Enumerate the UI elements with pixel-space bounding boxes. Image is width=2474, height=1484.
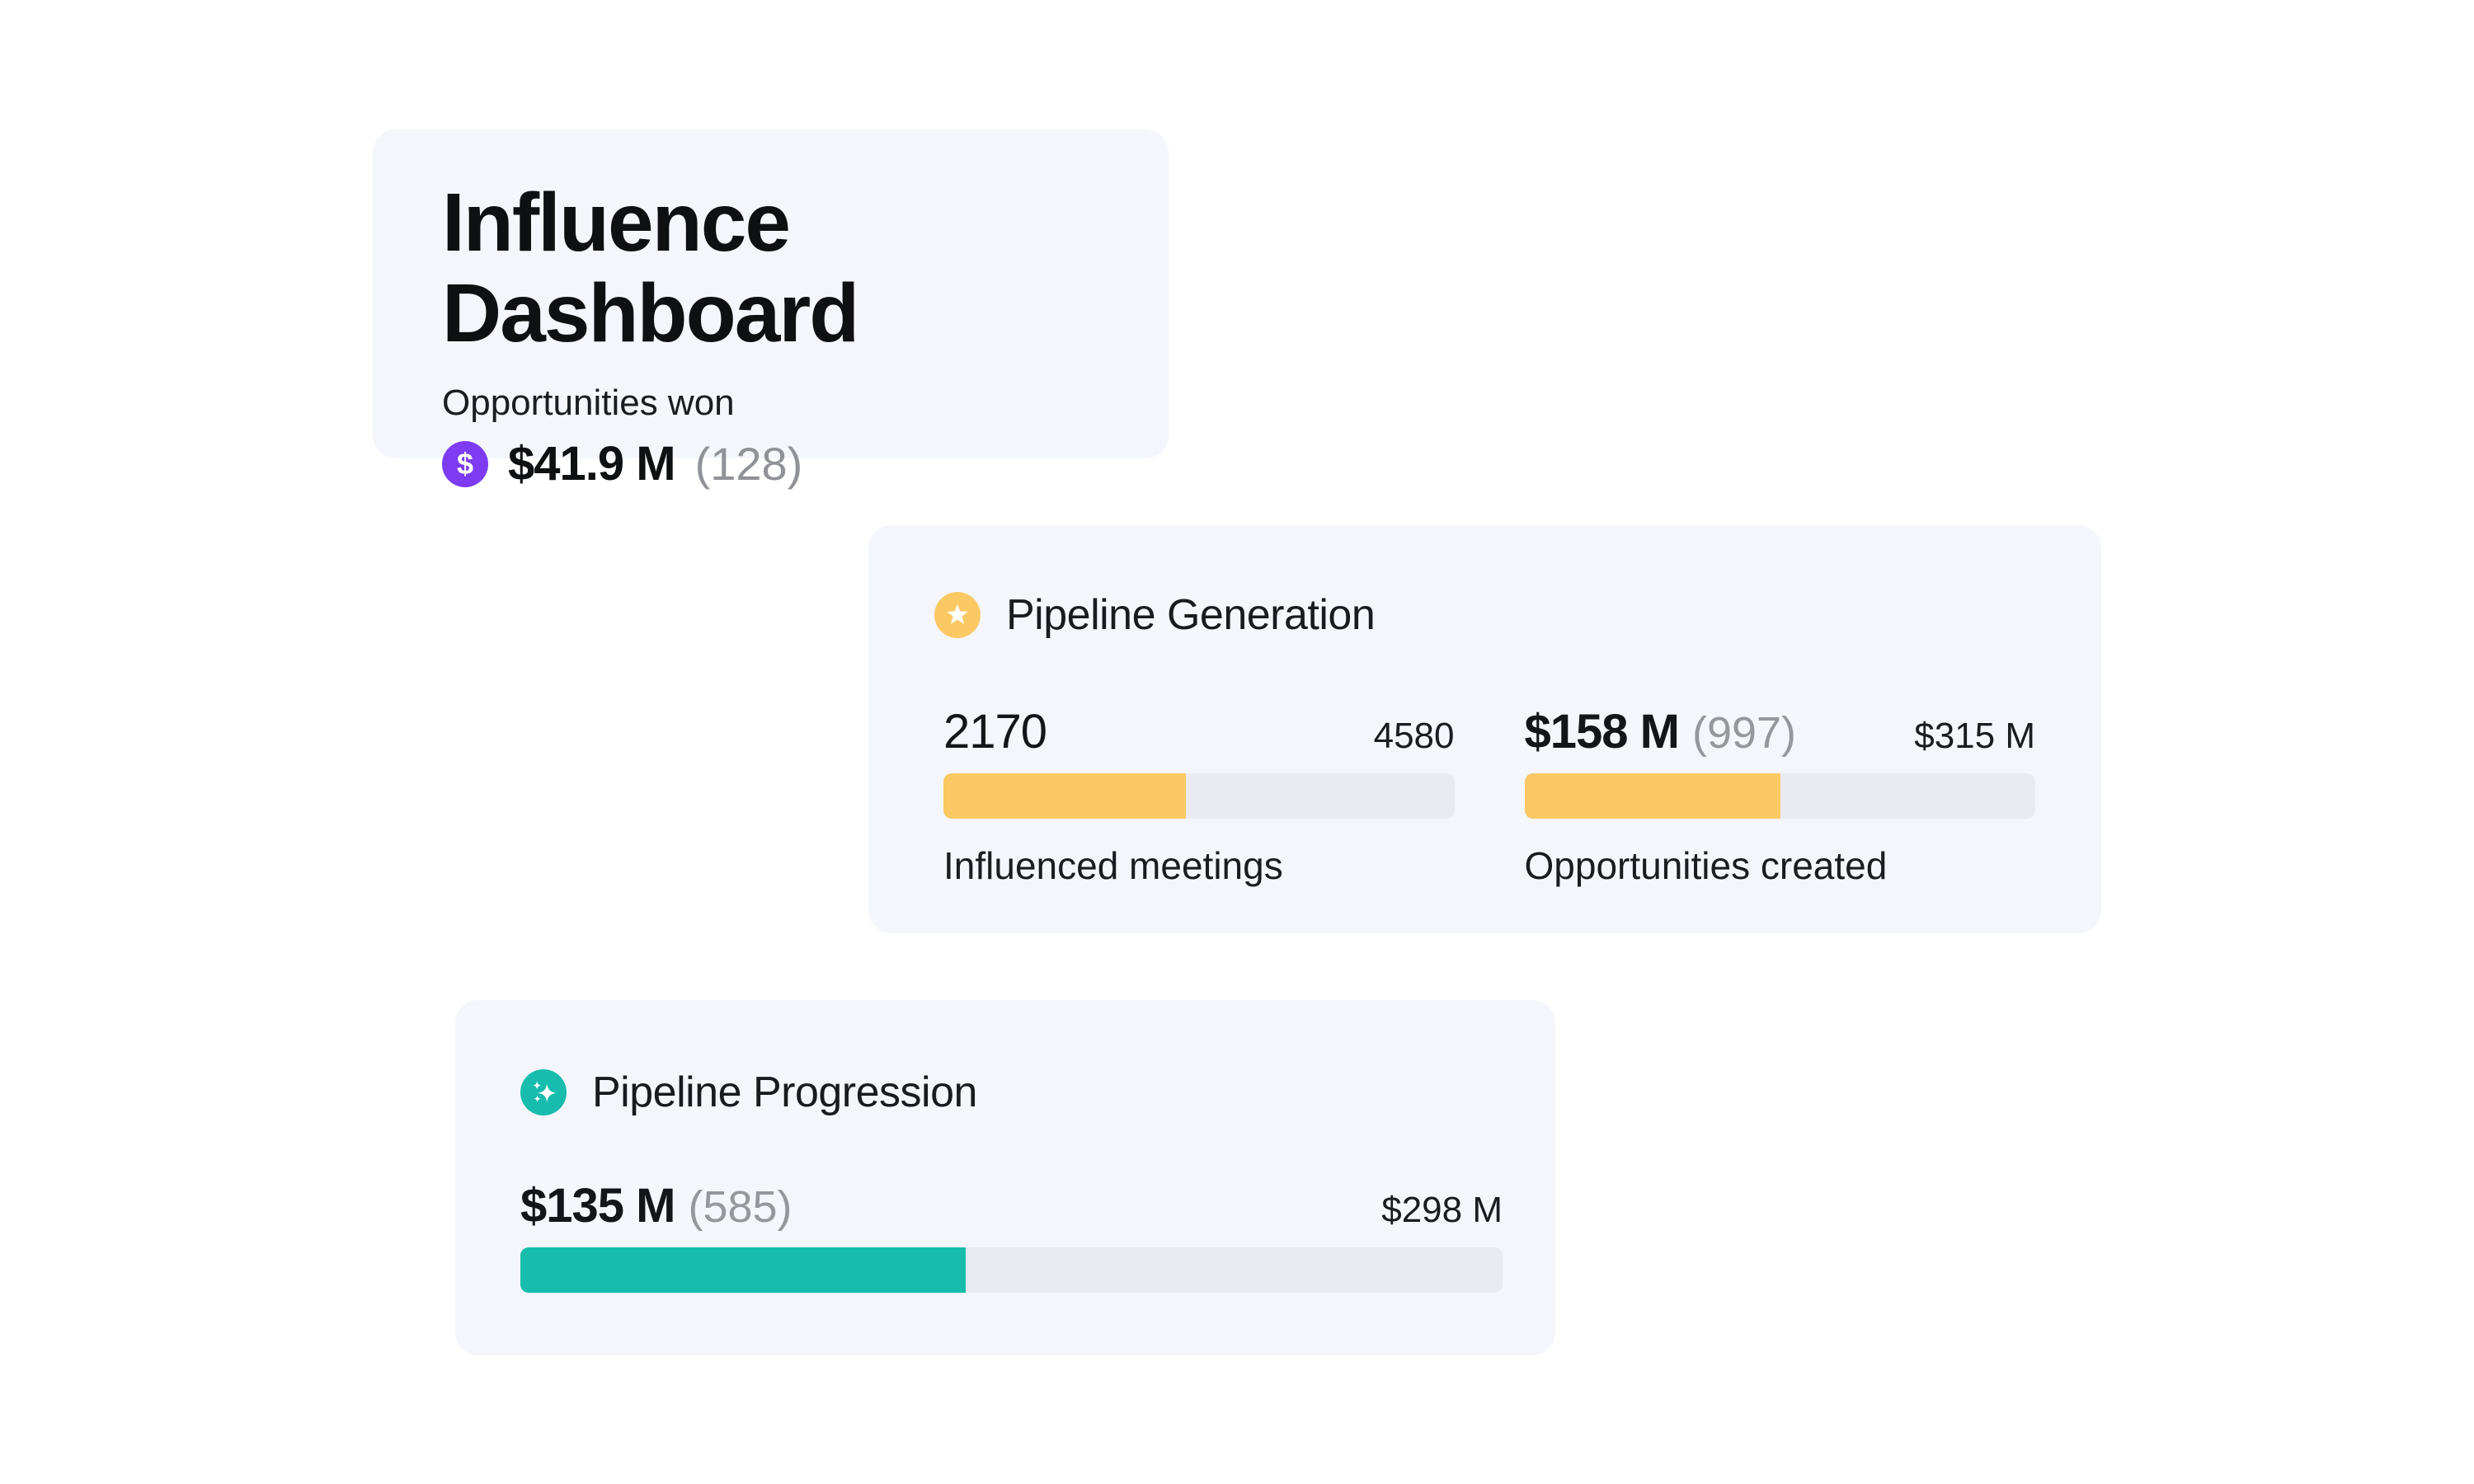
influenced-meetings-value: 2170 bbox=[943, 706, 1047, 758]
pipeline-progression-card: Pipeline Progression $135 M (585) $298 M bbox=[455, 1000, 1555, 1355]
influenced-meetings-metric: 2170 4580 Influenced meetings bbox=[943, 706, 1455, 888]
progression-count: (585) bbox=[688, 1181, 792, 1233]
opportunities-created-label: Opportunities created bbox=[1525, 843, 2036, 888]
generation-metrics: 2170 4580 Influenced meetings $158 M (99… bbox=[943, 706, 2035, 888]
progression-progress-fill bbox=[520, 1247, 966, 1293]
card-title: Pipeline Generation bbox=[1006, 590, 1375, 640]
opportunities-created-progress-fill bbox=[1525, 773, 1781, 819]
progression-metric: $135 M (585) $298 M bbox=[520, 1180, 1503, 1233]
sparkles-icon bbox=[520, 1069, 567, 1115]
opportunities-created-metric: $158 M (997) $315 M Opportunities create… bbox=[1525, 706, 2036, 888]
page-title: Influence Dashboard bbox=[442, 177, 1119, 359]
summary-card: Influence Dashboard Opportunities won $ … bbox=[373, 129, 1169, 458]
influenced-meetings-progress-fill bbox=[943, 773, 1186, 819]
influenced-meetings-label: Influenced meetings bbox=[943, 843, 1455, 888]
progression-target: $298 M bbox=[1381, 1190, 1503, 1231]
star-icon bbox=[934, 592, 981, 638]
opportunities-created-progress-track bbox=[1525, 773, 2036, 819]
opportunities-created-value: $158 M bbox=[1525, 706, 1679, 758]
opportunities-won-label: Opportunities won bbox=[442, 385, 1119, 421]
progression-value: $135 M bbox=[520, 1180, 675, 1233]
dollar-icon: $ bbox=[442, 441, 488, 487]
pipeline-progression-header: Pipeline Progression bbox=[520, 1068, 1503, 1117]
influenced-meetings-target: 4580 bbox=[1374, 716, 1455, 757]
opportunities-won-value: $41.9 M bbox=[508, 436, 675, 491]
influence-dashboard: Influence Dashboard Opportunities won $ … bbox=[0, 0, 2474, 1484]
opportunities-won-row: $ $41.9 M (128) bbox=[442, 436, 1119, 491]
pipeline-generation-header: Pipeline Generation bbox=[934, 590, 2035, 640]
opportunities-created-target: $315 M bbox=[1914, 716, 2035, 757]
opportunities-created-count: (997) bbox=[1692, 707, 1796, 758]
card-title: Pipeline Progression bbox=[592, 1068, 977, 1117]
opportunities-won-count: (128) bbox=[695, 437, 803, 491]
influenced-meetings-progress-track bbox=[943, 773, 1455, 819]
progression-progress-track bbox=[520, 1247, 1503, 1293]
pipeline-generation-card: Pipeline Generation 2170 4580 Influenced… bbox=[868, 525, 2101, 933]
